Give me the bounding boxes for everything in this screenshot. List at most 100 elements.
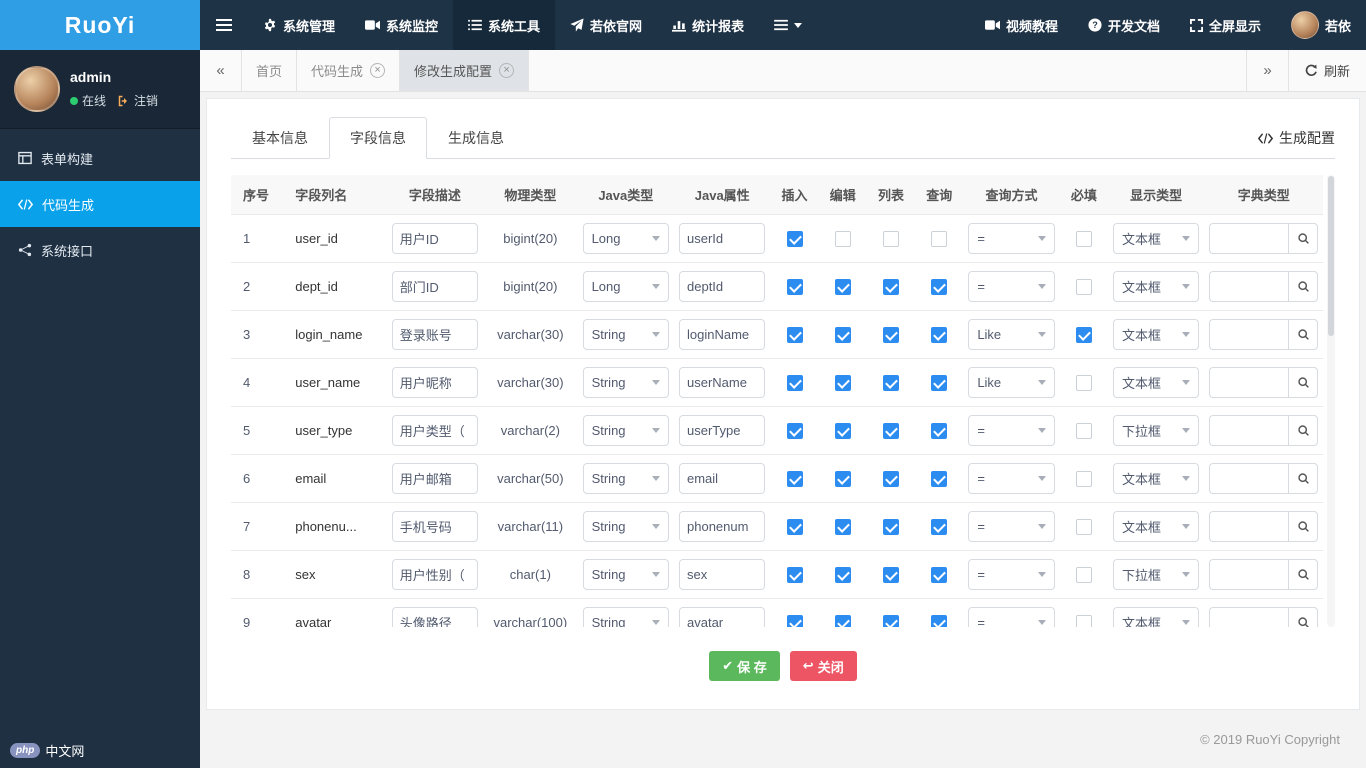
nav-system-monitor[interactable]: 系统监控 bbox=[350, 0, 453, 50]
save-button[interactable]: ✔ 保 存 bbox=[709, 651, 780, 681]
list-checkbox[interactable] bbox=[882, 230, 899, 247]
query-checkbox[interactable] bbox=[931, 326, 948, 343]
query-type-select[interactable]: Like bbox=[968, 367, 1055, 398]
java-type-select[interactable]: String bbox=[582, 559, 669, 590]
dict-search-button[interactable] bbox=[1288, 559, 1318, 590]
nav-system-tools[interactable]: 系统工具 bbox=[453, 0, 556, 50]
query-checkbox[interactable] bbox=[931, 278, 948, 295]
tab-basic-info[interactable]: 基本信息 bbox=[231, 117, 329, 159]
scrollbar-thumb[interactable] bbox=[1328, 176, 1334, 336]
dict-type-input[interactable] bbox=[1209, 463, 1288, 494]
close-button[interactable]: ↩ 关闭 bbox=[789, 651, 857, 681]
dict-type-input[interactable] bbox=[1209, 367, 1288, 398]
edit-checkbox[interactable] bbox=[834, 518, 851, 535]
list-checkbox[interactable] bbox=[882, 614, 899, 627]
refresh-button[interactable]: 刷新 bbox=[1287, 50, 1366, 91]
dict-type-input[interactable] bbox=[1209, 415, 1288, 446]
java-type-select[interactable]: Long bbox=[582, 271, 669, 302]
java-type-select[interactable]: String bbox=[582, 367, 669, 398]
nav-more-dropdown[interactable] bbox=[759, 0, 817, 50]
insert-checkbox[interactable] bbox=[786, 326, 803, 343]
edit-checkbox[interactable] bbox=[834, 470, 851, 487]
sidebar-toggle-button[interactable] bbox=[200, 0, 248, 50]
dict-type-input[interactable] bbox=[1209, 271, 1288, 302]
list-checkbox[interactable] bbox=[882, 374, 899, 391]
html-type-select[interactable]: 文本框 bbox=[1112, 511, 1200, 542]
nav-video-tutorial[interactable]: 视频教程 bbox=[970, 0, 1073, 50]
column-desc-input[interactable] bbox=[391, 223, 479, 254]
java-field-input[interactable] bbox=[679, 463, 766, 494]
required-checkbox[interactable] bbox=[1075, 566, 1092, 583]
java-field-input[interactable] bbox=[679, 559, 766, 590]
edit-checkbox[interactable] bbox=[834, 566, 851, 583]
dict-search-button[interactable] bbox=[1288, 271, 1318, 302]
java-field-input[interactable] bbox=[679, 607, 766, 627]
html-type-select[interactable]: 下拉框 bbox=[1112, 559, 1200, 590]
dict-type-input[interactable] bbox=[1209, 607, 1288, 627]
tab-code-gen[interactable]: 代码生成 × bbox=[297, 50, 401, 91]
tab-field-info[interactable]: 字段信息 bbox=[329, 117, 427, 159]
dict-type-input[interactable] bbox=[1209, 319, 1288, 350]
dict-type-input[interactable] bbox=[1209, 223, 1288, 254]
close-tab-icon[interactable]: × bbox=[499, 63, 515, 78]
java-field-input[interactable] bbox=[679, 271, 766, 302]
column-desc-input[interactable] bbox=[391, 367, 479, 398]
list-checkbox[interactable] bbox=[882, 518, 899, 535]
java-field-input[interactable] bbox=[679, 223, 766, 254]
tab-home[interactable]: 首页 bbox=[242, 50, 298, 91]
dict-search-button[interactable] bbox=[1288, 415, 1318, 446]
gen-config-link[interactable]: 生成配置 bbox=[1258, 128, 1335, 158]
required-checkbox[interactable] bbox=[1075, 470, 1092, 487]
query-checkbox[interactable] bbox=[931, 566, 948, 583]
list-checkbox[interactable] bbox=[882, 566, 899, 583]
dict-search-button[interactable] bbox=[1288, 319, 1318, 350]
edit-checkbox[interactable] bbox=[834, 374, 851, 391]
scroll-tabs-left-button[interactable]: « bbox=[200, 50, 242, 91]
required-checkbox[interactable] bbox=[1075, 614, 1092, 627]
tab-edit-gen-config[interactable]: 修改生成配置 × bbox=[400, 50, 530, 91]
sidebar-item-system-api[interactable]: 系统接口 bbox=[0, 227, 200, 273]
nav-ruoyi-website[interactable]: 若依官网 bbox=[555, 0, 657, 50]
column-desc-input[interactable] bbox=[391, 319, 479, 350]
html-type-select[interactable]: 文本框 bbox=[1112, 319, 1200, 350]
java-type-select[interactable]: String bbox=[582, 511, 669, 542]
column-desc-input[interactable] bbox=[391, 415, 479, 446]
query-checkbox[interactable] bbox=[931, 374, 948, 391]
edit-checkbox[interactable] bbox=[834, 614, 851, 627]
nav-statistics-report[interactable]: 统计报表 bbox=[657, 0, 759, 50]
html-type-select[interactable]: 下拉框 bbox=[1112, 415, 1200, 446]
html-type-select[interactable]: 文本框 bbox=[1112, 463, 1200, 494]
insert-checkbox[interactable] bbox=[786, 230, 803, 247]
required-checkbox[interactable] bbox=[1075, 278, 1092, 295]
nav-dev-docs[interactable]: ? 开发文档 bbox=[1073, 0, 1175, 50]
query-type-select[interactable]: = bbox=[968, 607, 1055, 627]
java-type-select[interactable]: Long bbox=[582, 223, 669, 254]
dict-search-button[interactable] bbox=[1288, 607, 1318, 627]
online-status-label[interactable]: 在线 bbox=[82, 92, 106, 109]
nav-system-manage[interactable]: 系统管理 bbox=[248, 0, 350, 50]
dict-type-input[interactable] bbox=[1209, 511, 1288, 542]
java-field-input[interactable] bbox=[679, 319, 766, 350]
query-type-select[interactable]: = bbox=[968, 511, 1055, 542]
dict-search-button[interactable] bbox=[1288, 367, 1318, 398]
list-checkbox[interactable] bbox=[882, 326, 899, 343]
table-scrollbar[interactable] bbox=[1327, 175, 1335, 627]
insert-checkbox[interactable] bbox=[786, 470, 803, 487]
column-desc-input[interactable] bbox=[391, 511, 479, 542]
java-field-input[interactable] bbox=[679, 511, 766, 542]
java-type-select[interactable]: String bbox=[582, 415, 669, 446]
insert-checkbox[interactable] bbox=[786, 614, 803, 627]
insert-checkbox[interactable] bbox=[786, 278, 803, 295]
list-checkbox[interactable] bbox=[882, 278, 899, 295]
logout-link[interactable]: 注销 bbox=[134, 92, 158, 109]
html-type-select[interactable]: 文本框 bbox=[1112, 223, 1200, 254]
insert-checkbox[interactable] bbox=[786, 374, 803, 391]
dict-search-button[interactable] bbox=[1288, 223, 1318, 254]
html-type-select[interactable]: 文本框 bbox=[1112, 271, 1200, 302]
scroll-tabs-right-button[interactable]: » bbox=[1245, 50, 1288, 91]
insert-checkbox[interactable] bbox=[786, 566, 803, 583]
list-checkbox[interactable] bbox=[882, 422, 899, 439]
sidebar-item-code-gen[interactable]: 代码生成 bbox=[0, 181, 200, 227]
query-type-select[interactable]: = bbox=[968, 271, 1055, 302]
query-type-select[interactable]: = bbox=[968, 463, 1055, 494]
